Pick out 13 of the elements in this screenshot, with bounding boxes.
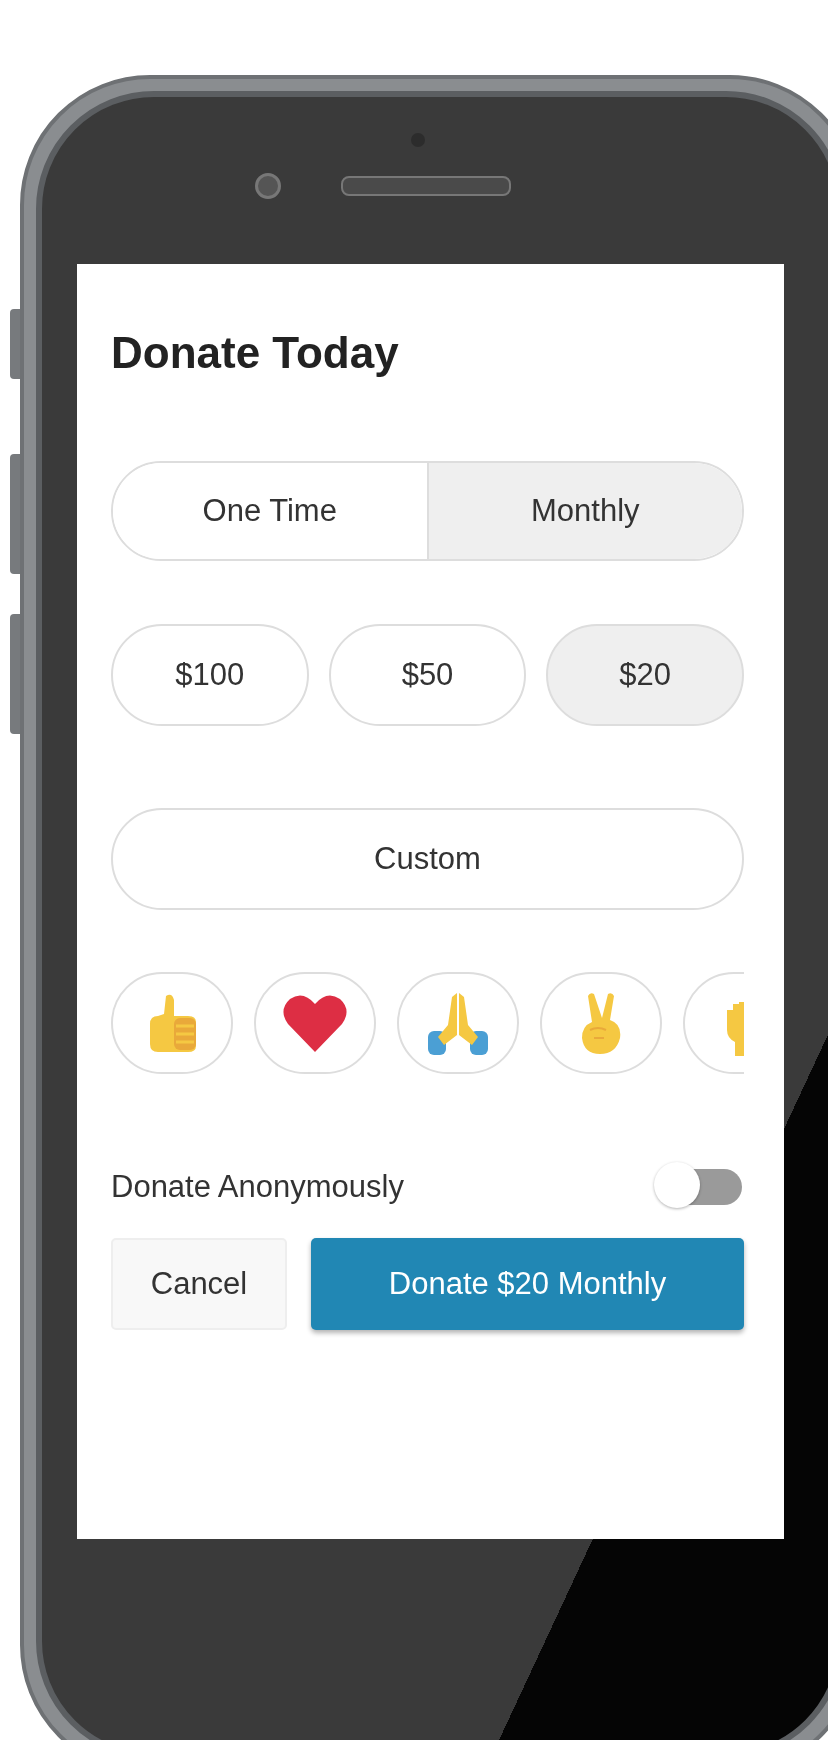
amount-option[interactable]: $50 xyxy=(328,624,527,726)
page-title: Donate Today xyxy=(111,328,400,378)
cancel-button[interactable]: Cancel xyxy=(111,1238,287,1330)
frequency-option[interactable]: Monthly xyxy=(426,463,742,559)
custom-amount-button[interactable]: Custom xyxy=(111,808,744,910)
amount-option[interactable]: $100 xyxy=(111,624,309,726)
anonymous-label: Donate Anonymously xyxy=(111,1169,404,1205)
amount-option[interactable]: $20 xyxy=(546,624,744,726)
heart-icon xyxy=(282,994,348,1052)
praying-hands-icon xyxy=(426,991,490,1055)
speaker-slot-icon xyxy=(340,176,511,196)
donate-button[interactable]: Donate $20 Monthly xyxy=(311,1238,744,1330)
camera-icon xyxy=(254,173,281,199)
